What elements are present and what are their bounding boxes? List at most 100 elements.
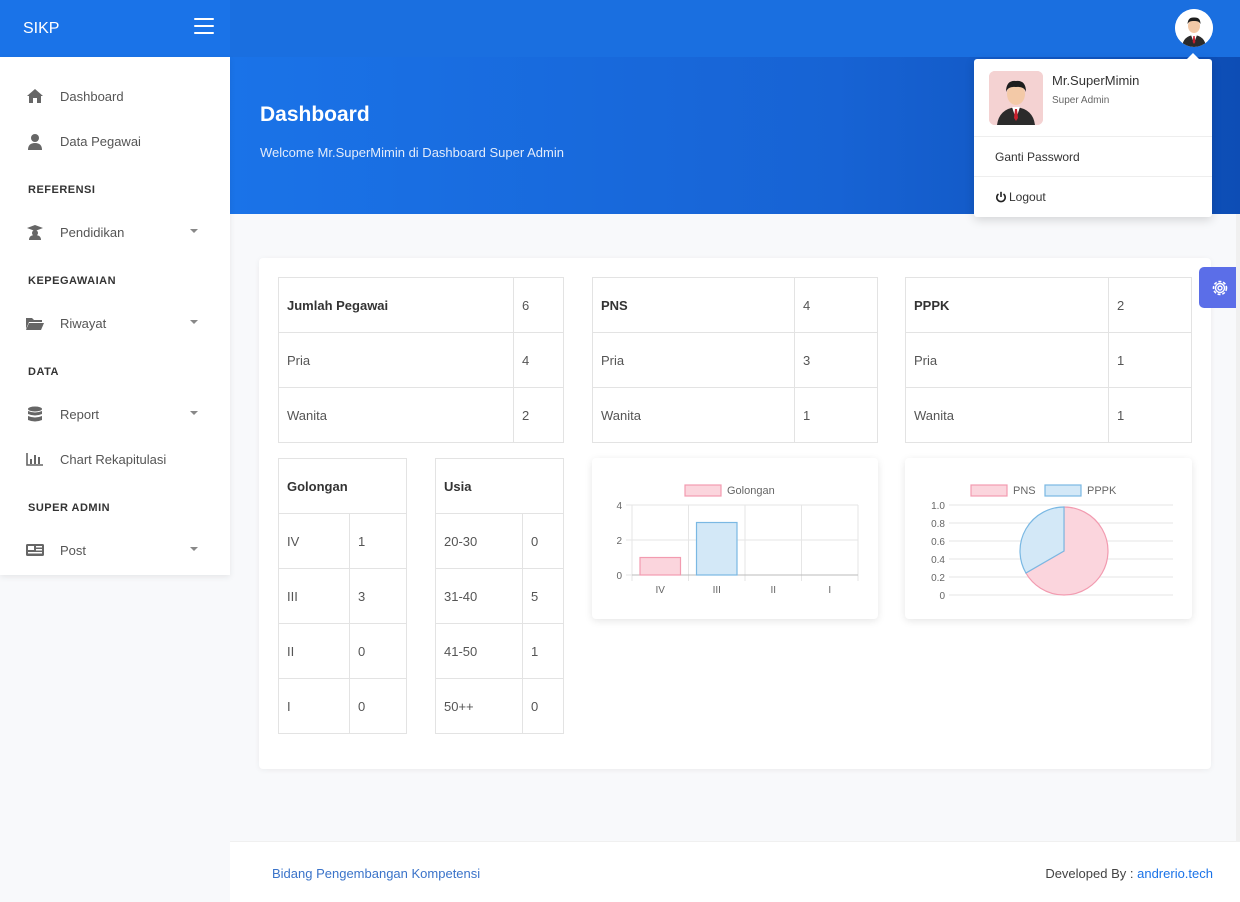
bar — [639, 556, 682, 576]
legend-swatch — [970, 484, 1008, 497]
table-cell: 5 — [522, 568, 564, 624]
welcome-text: Welcome Mr.SuperMimin di Dashboard Super… — [260, 145, 564, 160]
sidebar-item-label: Data Pegawai — [60, 133, 141, 149]
change-password-link[interactable]: Ganti Password — [974, 137, 1212, 177]
y-tick-label: 1.0 — [931, 501, 945, 512]
table-cell: Pria — [905, 332, 1109, 388]
sidebar-item-label: Pendidikan — [60, 224, 125, 240]
table-row: 41-50 1 — [435, 623, 564, 679]
table-cell: Pria — [592, 332, 795, 388]
pns-table: PNS 4 Pria 3 Wanita 1 — [592, 277, 878, 443]
sidebar-item-label: Chart Rekapitulasi — [60, 451, 167, 467]
y-tick-label: 0 — [616, 571, 622, 582]
pie-chart-svg: PNS PPPK 0 0.2 0.4 0.6 0.8 1.0 — [931, 484, 1173, 602]
table-cell: 0 — [522, 678, 564, 734]
bar — [695, 521, 738, 576]
sidebar-item-pendidikan[interactable]: Pendidikan — [0, 212, 230, 252]
sidebar: Dashboard Data Pegawai REFERENSI Pendidi… — [0, 57, 230, 575]
table-cell: 4 — [794, 277, 878, 333]
bar-chart-icon — [25, 450, 45, 468]
user-icon — [25, 132, 45, 150]
table-cell: 0 — [349, 678, 407, 734]
table-cell: 1 — [794, 387, 878, 443]
table-row: Golongan — [278, 458, 407, 514]
sidebar-item-label: Dashboard — [60, 88, 124, 104]
hamburger-menu-icon[interactable] — [194, 18, 214, 36]
chevron-down-icon — [190, 229, 198, 233]
total-pegawai-table: Jumlah Pegawai 6 Pria 4 Wanita 2 — [278, 277, 564, 443]
sidebar-item-report[interactable]: Report — [0, 394, 230, 434]
sidebar-item-data-pegawai[interactable]: Data Pegawai — [0, 121, 230, 161]
table-cell: Pria — [278, 332, 514, 388]
avatar-icon — [1175, 9, 1213, 47]
table-cell: 1 — [522, 623, 564, 679]
table-cell: 31-40 — [435, 568, 523, 624]
sidebar-item-riwayat[interactable]: Riwayat — [0, 303, 230, 343]
x-tick-label: I — [828, 585, 831, 596]
chevron-down-icon — [190, 547, 198, 551]
table-row: I0 — [278, 678, 407, 734]
sidebar-item-chart-rekapitulasi[interactable]: Chart Rekapitulasi — [0, 439, 230, 479]
golongan-bar-chart: Golongan 0 2 4 IV III II I — [592, 458, 878, 619]
home-icon — [25, 87, 45, 105]
legend-swatch — [1044, 484, 1082, 497]
scrollbar[interactable] — [1236, 214, 1240, 902]
stats-card: Jumlah Pegawai 6 Pria 4 Wanita 2 PNS 4 Pria 3… — [259, 258, 1211, 769]
brand-name: SIKP — [23, 19, 60, 37]
table-row: 31-40 5 — [435, 568, 564, 624]
y-tick-label: 0 — [939, 591, 945, 602]
sidebar-item-post[interactable]: Post — [0, 530, 230, 570]
x-tick-label: III — [713, 585, 721, 596]
footer-credit-prefix: Developed By : — [1045, 866, 1134, 881]
sidebar-item-dashboard[interactable]: Dashboard — [0, 76, 230, 116]
table-row: III 3 — [278, 568, 407, 624]
pppk-table: PPPK 2 Pria 1 Wanita 1 — [905, 277, 1192, 443]
table-cell: IV — [278, 513, 350, 569]
table-row: 20-30 0 — [435, 513, 564, 569]
table-cell: 2 — [513, 387, 564, 443]
y-tick-label: 4 — [616, 501, 622, 512]
table-cell: 1 — [349, 513, 407, 569]
table-cell: III — [278, 568, 350, 624]
chevron-down-icon — [190, 411, 198, 415]
developer-link[interactable]: andrerio.tech — [1137, 866, 1213, 881]
y-tick-label: 2 — [616, 536, 622, 547]
user-info: Mr.SuperMimin Super Admin — [974, 59, 1212, 137]
sidebar-heading-data: DATA — [28, 366, 59, 378]
table-cell: PNS — [592, 277, 795, 333]
settings-button[interactable] — [1199, 267, 1240, 308]
table-cell: Jumlah Pegawai — [278, 277, 514, 333]
table-row: Pria 1 — [905, 332, 1192, 388]
y-tick-label: 0.8 — [931, 519, 945, 530]
table-cell: II — [278, 623, 350, 679]
table-row: Wanita 1 — [905, 387, 1192, 443]
change-password-label: Ganti Password — [995, 149, 1080, 164]
power-icon — [995, 191, 1007, 203]
sidebar-item-label: Post — [60, 542, 87, 558]
sidebar-heading-kepegawaian: KEPEGAWAIAN — [28, 275, 117, 287]
table-cell: 1 — [1108, 387, 1192, 443]
table-cell: 1 — [1108, 332, 1192, 388]
table-row: Pria 3 — [592, 332, 878, 388]
user-name: Mr.SuperMimin — [1052, 73, 1140, 88]
user-avatar-button[interactable] — [1175, 9, 1213, 47]
footer-credit: Developed By : andrerio.tech — [1045, 866, 1213, 881]
logout-label: Logout — [1009, 190, 1046, 204]
table-header: Usia — [435, 458, 564, 514]
sidebar-item-label: Riwayat — [60, 315, 107, 331]
usia-table: Usia 20-30 0 31-40 5 41-50 1 50++ 0 — [435, 458, 564, 734]
brand: SIKP — [0, 0, 230, 57]
x-tick-label: IV — [656, 585, 666, 596]
table-row: PNS 4 — [592, 277, 878, 333]
logout-link[interactable]: Logout — [974, 177, 1212, 217]
table-cell: 2 — [1108, 277, 1192, 333]
avatar — [989, 71, 1043, 125]
table-cell: 3 — [349, 568, 407, 624]
table-cell: 4 — [513, 332, 564, 388]
legend-label: PNS — [1013, 485, 1036, 497]
table-row: Wanita 1 — [592, 387, 878, 443]
table-row: IV 1 — [278, 513, 407, 569]
table-cell: 41-50 — [435, 623, 523, 679]
x-tick-label: II — [770, 585, 776, 596]
user-role: Super Admin — [1052, 95, 1110, 106]
